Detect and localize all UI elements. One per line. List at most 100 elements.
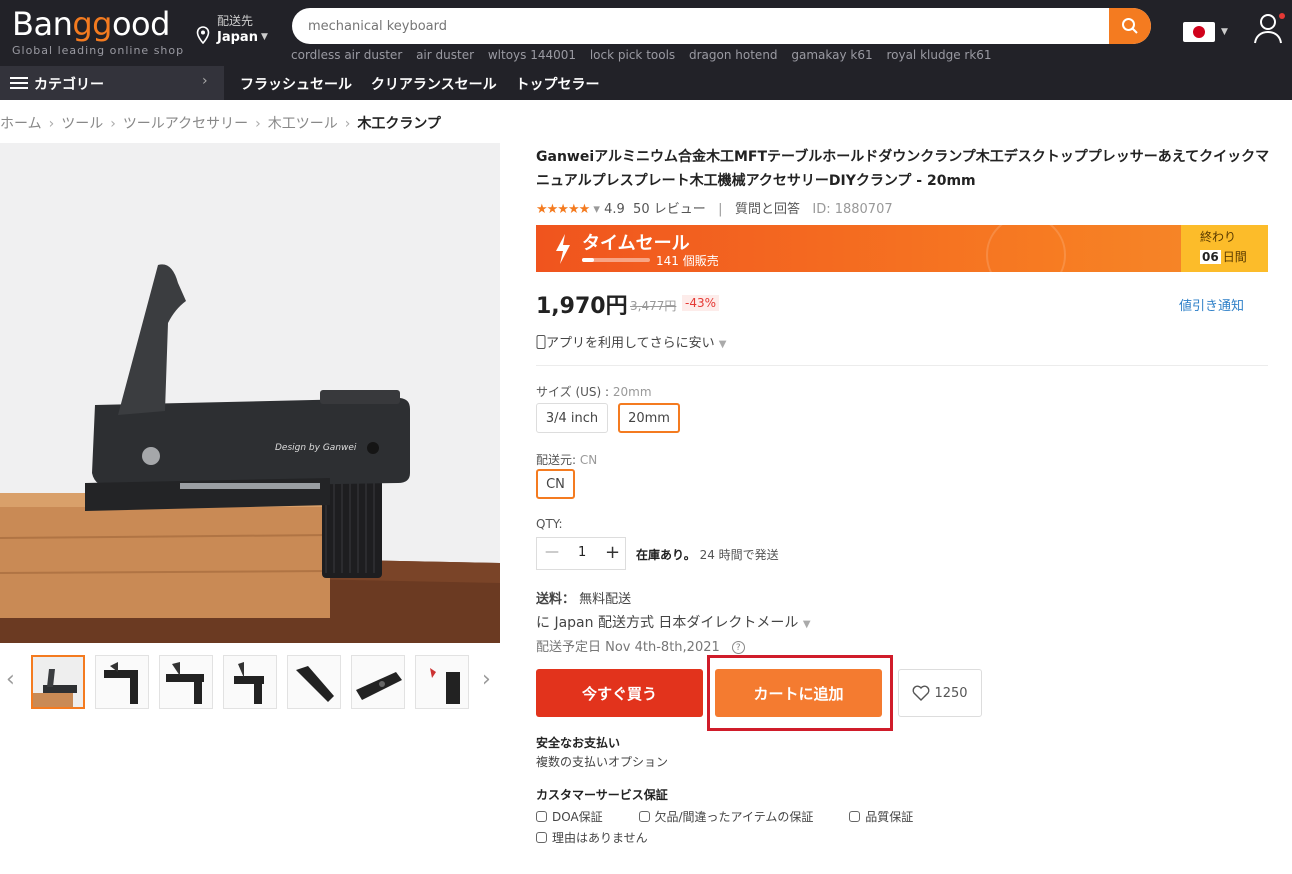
thumbnail[interactable] <box>287 655 341 709</box>
search-input[interactable] <box>308 8 1088 44</box>
breadcrumb: ホーム › ツール › ツールアクセサリー › 木工ツール › 木工クランプ <box>0 116 441 132</box>
breadcrumb-link[interactable]: ホーム <box>0 116 42 132</box>
thumbnail[interactable] <box>223 655 277 709</box>
thumbnail[interactable] <box>95 655 149 709</box>
nav-bar: カテゴリー › フラッシュセール クリアランスセール トップセラー <box>0 66 1292 100</box>
search-button[interactable] <box>1109 8 1151 44</box>
size-label: サイズ (US) : 20mm <box>536 385 652 399</box>
original-price: 3,477円 <box>630 299 677 313</box>
thumbnail[interactable] <box>159 655 213 709</box>
add-to-cart-button[interactable]: カートに追加 <box>715 669 882 717</box>
rating-row: ★★★★★ ▾ 4.9 50 レビュー | 質問と回答 ID: 1880707 <box>536 202 893 217</box>
hot-search-link[interactable]: dragon hotend <box>689 48 778 62</box>
ship-to-label: 配送先 <box>217 14 254 28</box>
top-header: Banggood Global leading online shop 配送先 … <box>0 0 1292 66</box>
shipping-fee: 送料： 無料配送 <box>536 592 632 607</box>
chevron-down-icon: ▼ <box>802 619 811 630</box>
chevron-down-icon: ▾ <box>593 202 600 217</box>
lightning-icon <box>556 234 570 264</box>
quantity-stepper: — 1 + <box>536 537 626 570</box>
shield-icon <box>536 811 547 822</box>
buy-now-button[interactable]: 今すぐ買う <box>536 669 703 717</box>
nav-clearance[interactable]: クリアランスセール <box>371 77 497 93</box>
plus-icon[interactable]: + <box>605 542 620 563</box>
category-menu[interactable]: カテゴリー › <box>0 66 224 100</box>
safe-payment-title: 安全なお支払い <box>536 736 621 750</box>
search-bar <box>292 8 1151 44</box>
discount-badge: -43% <box>682 295 720 311</box>
chevron-right-icon[interactable]: › <box>482 667 491 692</box>
sold-progress-bar <box>582 258 650 262</box>
return-icon <box>536 832 547 843</box>
qa-link[interactable]: 質問と回答 <box>735 202 800 217</box>
mobile-phone-icon <box>536 335 546 349</box>
chevron-right-icon: › <box>202 73 208 89</box>
hot-search-link[interactable]: royal kludge rk61 <box>886 48 991 62</box>
breadcrumb-link[interactable]: 木工ツール <box>268 116 338 132</box>
search-icon <box>1122 18 1138 34</box>
hot-search-link[interactable]: gamakay k61 <box>791 48 872 62</box>
guarantee-quality: 品質保証 <box>849 810 929 824</box>
hot-search-link[interactable]: lock pick tools <box>590 48 675 62</box>
safe-payment-text: 複数の支払いオプション <box>536 755 669 769</box>
wishlist-button[interactable]: 1250 <box>898 669 982 717</box>
breadcrumb-link[interactable]: ツール <box>61 116 103 132</box>
ship-from-option-cn[interactable]: CN <box>536 469 575 499</box>
breadcrumb-link[interactable]: ツールアクセサリー <box>123 116 248 132</box>
delivery-estimate: 配送予定日 Nov 4th-8th,2021? <box>536 636 745 655</box>
reviews-link[interactable]: 50 レビュー <box>633 202 706 217</box>
breadcrumb-current: 木工クランプ <box>357 116 441 132</box>
hot-search-link[interactable]: wltoys 144001 <box>488 48 576 62</box>
countdown-unit: 日間 <box>1222 250 1247 264</box>
price-alert-link[interactable]: 値引き通知 <box>1179 295 1244 314</box>
qty-label: QTY: <box>536 517 563 531</box>
category-label: カテゴリー <box>34 77 104 93</box>
chevron-down-icon: ▼ <box>261 32 268 42</box>
help-icon[interactable]: ? <box>731 641 745 654</box>
no-reason-return: 理由はありません <box>536 829 648 846</box>
hot-search-link[interactable]: cordless air duster <box>291 48 402 62</box>
ship-to-country: Japan <box>217 30 258 45</box>
countdown-label: 終わり <box>1200 230 1237 244</box>
sold-count: 141 個販売 <box>656 254 719 268</box>
hot-search-link[interactable]: air duster <box>416 48 474 62</box>
service-guarantee-title: カスタマーサービス保証 <box>536 788 668 802</box>
guarantee-missing: 欠品/間違ったアイテムの保証 <box>638 810 830 824</box>
product-photo: Design by Ganwei <box>0 143 500 643</box>
star-rating-icon: ★★★★★ <box>536 202 590 217</box>
size-option-3-4-inch[interactable]: 3/4 inch <box>536 403 608 433</box>
svg-text:Design by Ganwei: Design by Ganwei <box>275 443 357 453</box>
nav-links: フラッシュセール クリアランスセール トップセラー <box>240 74 613 94</box>
flash-sale-banner: タイムセール 141 個販売 <box>536 225 1268 272</box>
japan-flag-icon[interactable] <box>1183 22 1215 42</box>
divider <box>536 365 1268 366</box>
diamond-icon <box>849 811 861 822</box>
app-promo[interactable]: アプリを利用してさらに安い ▼ <box>536 332 726 351</box>
heart-icon <box>913 685 930 701</box>
nav-flash-sale[interactable]: フラッシュセール <box>240 77 352 93</box>
banggood-logo[interactable]: Banggood <box>12 5 170 43</box>
nav-top-sellers[interactable]: トップセラー <box>515 77 599 93</box>
thumbnail[interactable] <box>415 655 469 709</box>
box-icon <box>638 811 650 822</box>
ship-from-label: 配送元: CN <box>536 453 598 467</box>
sale-countdown: 終わり 06 日間 <box>1181 225 1268 272</box>
rating-value: 4.9 <box>604 202 625 217</box>
current-price: 1,970円 <box>536 294 628 319</box>
thumbnail[interactable] <box>31 655 85 709</box>
chevron-left-icon[interactable]: ‹ <box>6 667 15 692</box>
hot-searches: cordless air duster air duster wltoys 14… <box>291 48 1002 62</box>
thumbnail[interactable] <box>351 655 405 709</box>
stock-status: 在庫あり。 24 時間で発送 <box>636 548 779 562</box>
minus-icon[interactable]: — <box>545 544 559 560</box>
product-main-image[interactable]: Design by Ganwei <box>0 143 500 643</box>
product-title: Ganweiアルミニウム合金木工MFTテーブルホールドダウンクランプ木工デスクト… <box>536 149 1270 189</box>
location-pin-icon <box>196 26 210 44</box>
countdown-days: 06 <box>1200 250 1221 264</box>
quantity-value[interactable]: 1 <box>578 545 586 560</box>
size-option-20mm[interactable]: 20mm <box>618 403 680 433</box>
logo-tagline: Global leading online shop <box>12 44 185 57</box>
notification-dot <box>1279 13 1285 19</box>
shipping-method-selector[interactable]: に Japan 配送方式 日本ダイレクトメール ▼ <box>536 612 811 632</box>
guarantee-list: DOA保証 欠品/間違ったアイテムの保証 品質保証 <box>536 808 945 825</box>
